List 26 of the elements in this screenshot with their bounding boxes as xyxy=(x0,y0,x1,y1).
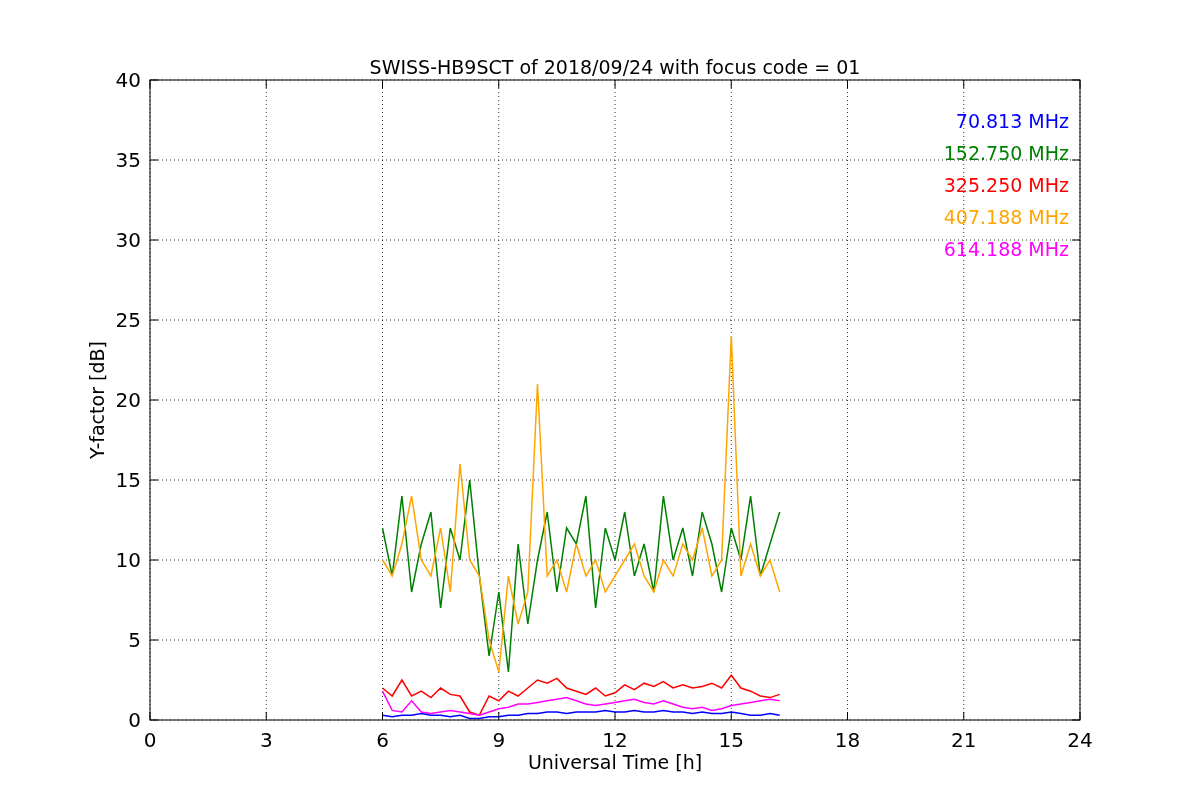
x-tick-label: 9 xyxy=(492,728,506,752)
y-tick-label: 5 xyxy=(128,628,141,652)
y-tick-label: 10 xyxy=(115,548,141,572)
legend-label: 407.188 MHz xyxy=(943,206,1069,228)
y-tick-label: 15 xyxy=(115,468,141,492)
legend-label: 70.813 MHz xyxy=(955,110,1069,132)
y-tick-label: 35 xyxy=(115,148,141,172)
y-axis-label: Y-factor [dB] xyxy=(86,341,108,459)
chart-title: SWISS-HB9SCT of 2018/09/24 with focus code = 01 xyxy=(369,56,861,78)
x-tick-label: 0 xyxy=(143,728,157,752)
y-tick-label: 30 xyxy=(115,228,141,252)
x-tick-label: 3 xyxy=(259,728,273,752)
y-tick-label: 0 xyxy=(128,708,141,732)
y-tick-label: 20 xyxy=(115,388,141,412)
x-tick-label: 18 xyxy=(834,728,861,752)
legend-label: 325.250 MHz xyxy=(943,174,1069,196)
x-tick-label: 6 xyxy=(376,728,389,752)
legend-label: 614.188 MHz xyxy=(943,238,1069,260)
y-tick-label: 25 xyxy=(115,308,141,332)
x-tick-label: 12 xyxy=(602,728,628,752)
y-tick-label: 40 xyxy=(115,68,141,92)
legend-label: 152.750 MHz xyxy=(943,142,1069,164)
x-tick-label: 15 xyxy=(718,728,744,752)
x-tick-label: 21 xyxy=(951,728,977,752)
x-tick-label: 24 xyxy=(1067,728,1093,752)
x-axis-label: Universal Time [h] xyxy=(527,751,703,773)
